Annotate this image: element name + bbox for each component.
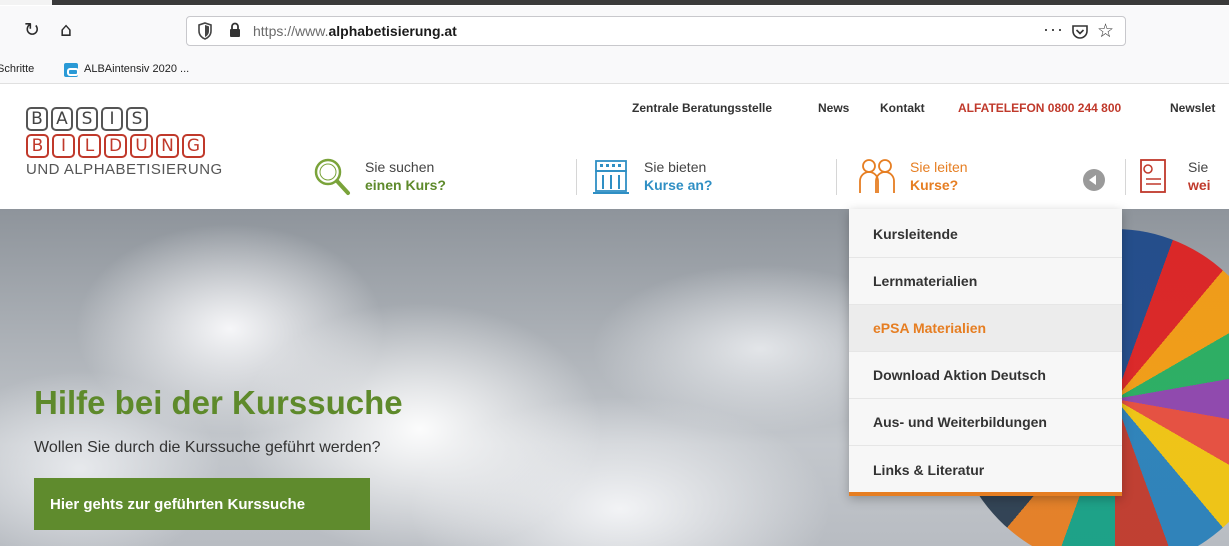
topnav-kontakt[interactable]: Kontakt (880, 101, 925, 115)
menu-item-lernmaterialien[interactable]: Lernmaterialien (849, 258, 1122, 305)
tab-bar-background (52, 0, 1229, 5)
menu-item-kursleitende[interactable]: Kursleitende (849, 211, 1122, 258)
menu-item-aus-und-weiterbildungen[interactable]: Aus- und Weiterbildungen (849, 399, 1122, 446)
menu-item-links-literatur[interactable]: Links & Literatur (849, 446, 1122, 493)
service-line2: einen Kurs? (365, 177, 446, 193)
certificate-icon (1140, 159, 1166, 193)
institution-building-icon (593, 160, 629, 194)
service-kurse-anbieten[interactable]: Sie bieten Kurse an? (592, 157, 792, 201)
service-line2: Kurse an? (644, 177, 713, 193)
logo-letter: I (101, 107, 123, 131)
service-line1: Sie bieten (644, 159, 707, 175)
url-domain: alphabetisierung.at (328, 23, 457, 39)
service-kurs-suchen[interactable]: Sie suchen einen Kurs? (313, 157, 513, 201)
service-line1: Sie leiten (910, 159, 968, 175)
kursleitende-dropdown-menu: Kursleitende Lernmaterialien ePSA Materi… (849, 209, 1122, 496)
logo-letter: B (26, 107, 48, 131)
service-line2: Kurse? (910, 177, 959, 193)
logo-letter: D (104, 134, 127, 158)
hero-title: Hilfe bei der Kurssuche (34, 384, 403, 421)
home-icon[interactable]: ⌂ (52, 16, 80, 44)
tracking-shield-icon[interactable] (197, 22, 213, 40)
topnav-alfatelefon[interactable]: ALFATELEFON 0800 244 800 (958, 101, 1121, 115)
logo-letter: A (51, 107, 73, 131)
service-kurse-leiten[interactable]: Sie leiten Kurse? (858, 157, 1058, 201)
pocket-icon[interactable] (1071, 23, 1089, 41)
bookmark-star-icon[interactable]: ☆ (1097, 20, 1114, 42)
topnav-newsletter[interactable]: Newslet (1170, 101, 1215, 115)
url-prefix: https://www. (253, 23, 329, 39)
logo-letter: S (76, 107, 98, 131)
teachers-icon (859, 159, 895, 193)
bookmarks-toolbar: Schritte ALBAintensiv 2020 ... (0, 56, 1229, 84)
url-text[interactable]: https://www.alphabetisierung.at (253, 23, 457, 39)
guided-search-button[interactable]: Hier gehts zur geführten Kurssuche (34, 478, 370, 530)
logo-letter: U (130, 134, 153, 158)
service-line1: Sie suchen (365, 159, 435, 175)
header-divider (1125, 159, 1126, 195)
logo-letter: B (26, 134, 49, 158)
magnifier-icon (314, 158, 350, 195)
logo-row-bildung: B I L D U N G (26, 134, 223, 158)
menu-item-download-aktion-deutsch[interactable]: Download Aktion Deutsch (849, 352, 1122, 399)
logo-letter: N (156, 134, 179, 158)
service-line2: wei (1188, 177, 1211, 193)
page-actions-icon[interactable]: ··· (1043, 19, 1064, 40)
header-divider (836, 159, 837, 195)
logo-letter: G (182, 134, 205, 158)
bookmark-albaintensiv[interactable]: ALBAintensiv 2020 ... (84, 63, 189, 75)
logo-row-basis: B A S I S (26, 107, 223, 131)
reload-icon[interactable]: ↻ (18, 16, 46, 44)
hero-subtitle: Wollen Sie durch die Kurssuche geführt w… (34, 439, 381, 456)
header-divider (576, 159, 577, 195)
service-weiterbildung[interactable]: Sie wei (1138, 157, 1229, 201)
active-tab-edge[interactable] (0, 0, 52, 5)
logo-letter: I (52, 134, 75, 158)
bookmark-schritte[interactable]: Schritte (0, 63, 34, 75)
lock-icon[interactable] (229, 22, 241, 38)
site-header: B A S I S B I L D U N G UND ALPHABETISIE… (0, 85, 1229, 209)
menu-item-epsa-materialien[interactable]: ePSA Materialien (849, 305, 1122, 352)
carousel-prev-icon[interactable] (1083, 169, 1105, 191)
url-bar[interactable]: https://www.alphabetisierung.at ··· ☆ (186, 16, 1126, 46)
topnav-news[interactable]: News (818, 101, 849, 115)
topnav-beratungsstelle[interactable]: Zentrale Beratungsstelle (632, 101, 772, 115)
logo-letter: S (126, 107, 148, 131)
service-line1: Sie (1188, 159, 1209, 175)
browser-toolbar: ↻ ⌂ https://www.alphabetisierung.at ··· … (0, 6, 1229, 56)
logo-caption: UND ALPHABETISIERUNG (26, 161, 223, 178)
site-logo[interactable]: B A S I S B I L D U N G UND ALPHABETISIE… (26, 107, 223, 178)
bookmark-favicon-icon (64, 63, 79, 77)
logo-letter: L (78, 134, 101, 158)
